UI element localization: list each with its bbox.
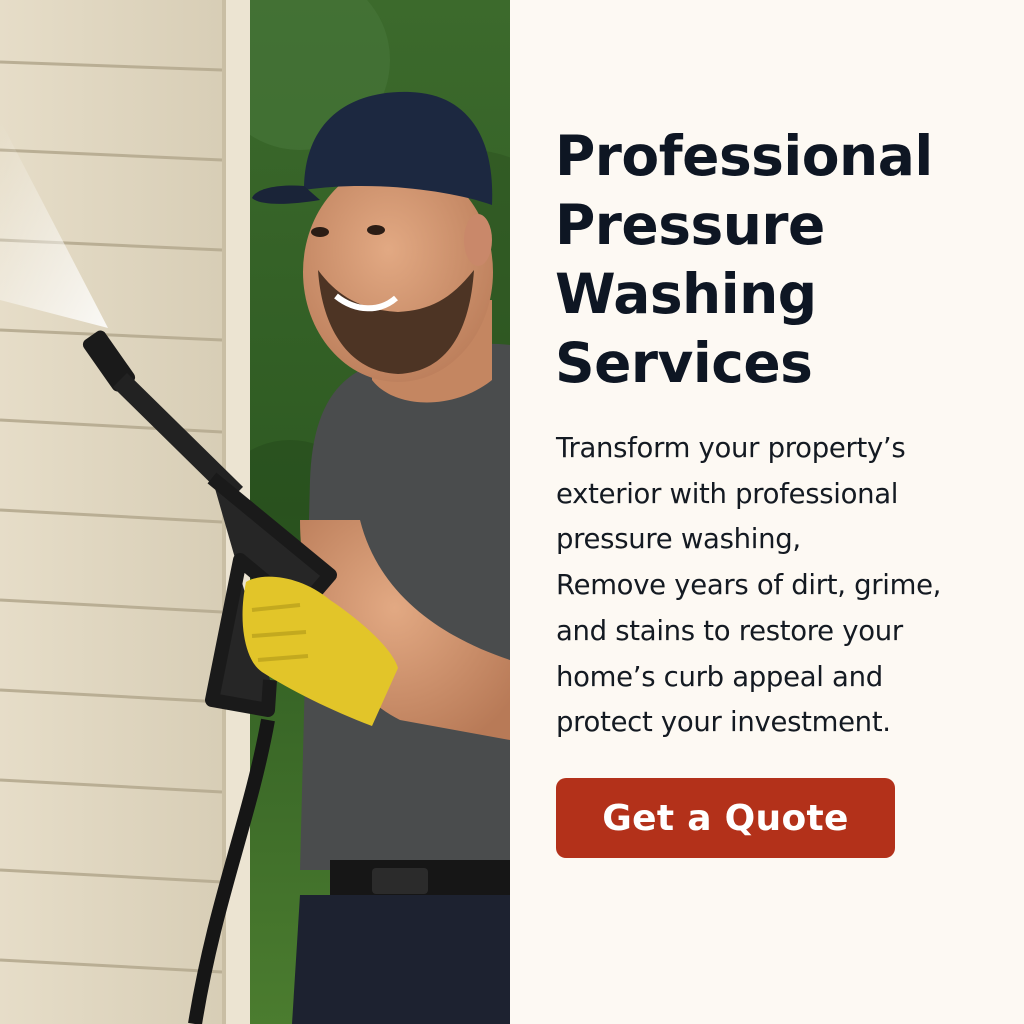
description-line: pressure washing, bbox=[556, 523, 801, 556]
advertisement: Professional Pressure Washing Services T… bbox=[0, 0, 1024, 1024]
description-line: protect your investment. bbox=[556, 706, 891, 739]
get-quote-button[interactable]: Get a Quote bbox=[556, 778, 895, 858]
description: Transform your property’s exterior with … bbox=[556, 426, 1006, 746]
description-line: Remove years of dirt, grime, bbox=[556, 569, 942, 602]
headline: Professional Pressure Washing Services bbox=[555, 122, 1015, 398]
worker-pressure-washing-illustration bbox=[0, 0, 510, 1024]
description-line: and stains to restore your bbox=[556, 614, 903, 647]
description-line: home’s curb appeal and bbox=[556, 660, 883, 693]
headline-line: Washing bbox=[555, 262, 817, 326]
copy-panel: Professional Pressure Washing Services T… bbox=[510, 0, 1024, 1024]
headline-line: Services bbox=[555, 331, 813, 395]
description-line: Transform your property’s bbox=[556, 432, 906, 464]
headline-line: Professional bbox=[555, 124, 933, 188]
description-line: exterior with professional bbox=[556, 477, 899, 510]
headline-line: Pressure bbox=[555, 193, 825, 257]
hero-photo bbox=[0, 0, 510, 1024]
